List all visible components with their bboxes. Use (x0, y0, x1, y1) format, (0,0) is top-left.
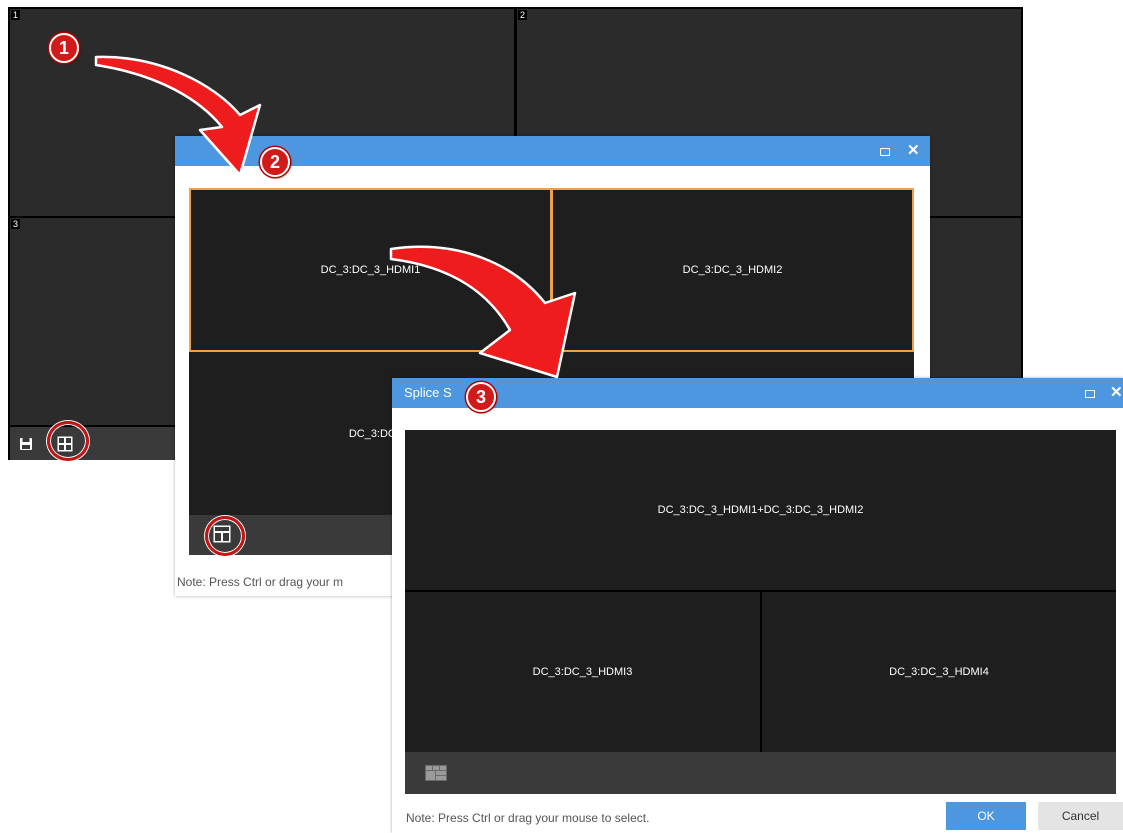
step-badge-2: 2 (260, 147, 290, 177)
maximize-icon[interactable] (880, 136, 890, 166)
cancel-button[interactable]: Cancel (1038, 802, 1123, 830)
spliced-screen-top[interactable]: DC_3:DC_3_HDMI1+DC_3:DC_3_HDMI2 (405, 430, 1116, 590)
screen-label: DC_3:DC_3_HDMI1+DC_3:DC_3_HDMI2 (657, 504, 864, 516)
dialog-toolbar (405, 752, 1116, 794)
cell-number: 3 (11, 219, 20, 229)
splice-screens-dialog: Splice S s ✕ DC_3:DC_3_HDMI1+DC_3:DC_3_H… (392, 378, 1123, 833)
splice-icon-highlight-ring (205, 516, 245, 556)
step-arrow-2 (389, 245, 577, 379)
selection-note: Note: Press Ctrl or drag your m (177, 575, 344, 589)
screen-label: DC_3:DC_3_HDMI4 (889, 666, 989, 678)
screen-tile-hdmi4[interactable]: DC_3:DC_3_HDMI4 (762, 592, 1116, 752)
maximize-icon[interactable] (1085, 378, 1095, 408)
close-icon[interactable]: ✕ (1110, 378, 1123, 408)
step-badge-3: 3 (466, 382, 496, 412)
screen-tile-hdmi3[interactable]: DC_3:DC_3_HDMI3 (405, 592, 760, 752)
screen-tile-hdmi2[interactable]: DC_3:DC_3_HDMI2 (551, 188, 914, 352)
screen-label: DC_3:DC_3_HDMI2 (682, 264, 783, 276)
selection-note: Note: Press Ctrl or drag your mouse to s… (406, 811, 650, 825)
ok-button[interactable]: OK (946, 802, 1026, 830)
step-badge-1: 1 (49, 33, 79, 63)
wall-toolbar (10, 427, 175, 460)
save-icon[interactable] (19, 437, 33, 456)
splice-icon[interactable] (425, 765, 447, 786)
splice-icon-highlight-ring (47, 421, 89, 461)
screen-label: DC_3:DC_3_HDMI3 (532, 666, 633, 678)
close-icon[interactable]: ✕ (907, 136, 920, 166)
cell-number: 2 (518, 10, 527, 20)
cell-number: 1 (11, 10, 20, 20)
